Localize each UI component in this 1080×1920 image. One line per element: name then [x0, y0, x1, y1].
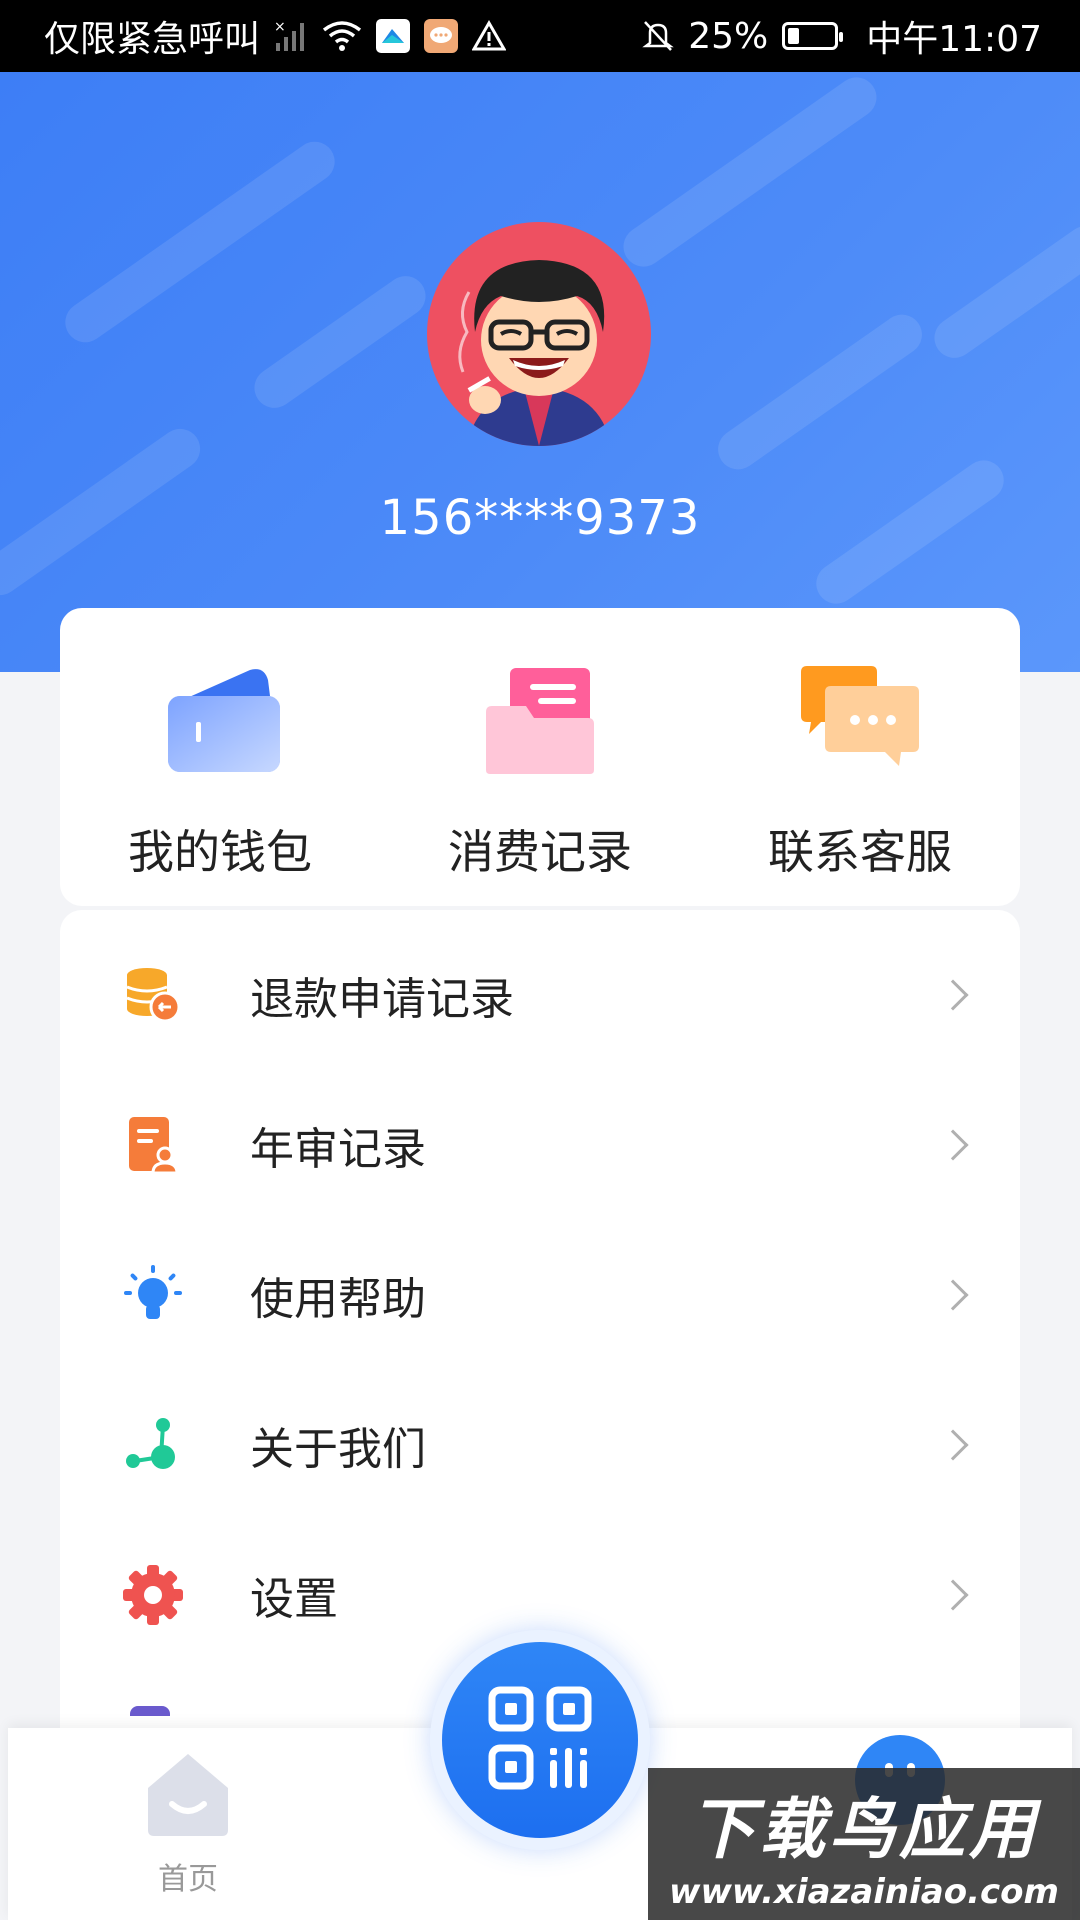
quick-label-records: 消费记录	[448, 825, 632, 879]
phone-number: 156****9373	[379, 490, 701, 546]
scan-button[interactable]	[430, 1630, 650, 1850]
wallet-icon	[160, 666, 280, 780]
quick-item-records[interactable]: 消费记录	[380, 608, 700, 906]
quick-item-wallet[interactable]: 我的钱包	[60, 608, 380, 906]
watermark-title: 下载鸟应用	[689, 1791, 1039, 1868]
watermark-url: www.xiazainiao.com	[669, 1872, 1059, 1912]
quick-label-service: 联系客服	[768, 825, 952, 879]
menu-label-refund: 退款申请记录	[250, 974, 514, 1025]
message-icon	[424, 19, 459, 53]
network-icon	[118, 1410, 188, 1480]
chevron-right-icon	[937, 1279, 969, 1311]
profile-header: 156****9373	[0, 72, 1080, 672]
chevron-right-icon	[937, 979, 969, 1011]
partial-menu-icon	[130, 1706, 170, 1716]
gear-icon	[118, 1560, 188, 1630]
status-left: 仅限紧急呼叫 ×	[44, 10, 507, 62]
chevron-right-icon	[937, 1579, 969, 1611]
decor-stripe	[57, 133, 343, 351]
menu-label-settings: 设置	[250, 1574, 338, 1625]
battery-percent: 25%	[688, 15, 769, 57]
quick-item-service[interactable]: 联系客服	[700, 608, 1020, 906]
mute-icon	[642, 19, 674, 53]
qr-scan-icon	[488, 1686, 592, 1794]
menu-item-inspection[interactable]: 年审记录	[60, 1070, 1020, 1220]
quick-label-wallet: 我的钱包	[128, 825, 312, 879]
menu-label-inspection: 年审记录	[250, 1124, 426, 1175]
warning-icon	[472, 20, 507, 52]
status-bar: 仅限紧急呼叫 × 25% 中午11:07	[0, 0, 1080, 72]
scan-button-inner	[442, 1642, 638, 1838]
svg-text:×: ×	[274, 19, 286, 35]
refund-icon	[118, 960, 188, 1030]
menu-item-about[interactable]: 关于我们	[60, 1370, 1020, 1520]
nav-home-label: 首页	[158, 1862, 218, 1897]
chevron-right-icon	[937, 1129, 969, 1161]
app-notification-icon	[376, 19, 411, 53]
carrier-text: 仅限紧急呼叫	[44, 19, 261, 60]
nav-home[interactable]: 首页	[128, 1750, 248, 1898]
lightbulb-icon	[118, 1260, 188, 1330]
quick-actions-card: 我的钱包 消费记录 联系客服	[60, 608, 1020, 906]
no-signal-icon: ×	[274, 19, 308, 53]
clock: 中午11:07	[866, 19, 1042, 60]
menu-label-about: 关于我们	[250, 1424, 426, 1475]
menu-label-help: 使用帮助	[250, 1274, 426, 1325]
decor-stripe	[246, 268, 434, 416]
battery-icon	[782, 22, 844, 50]
menu-item-help[interactable]: 使用帮助	[60, 1220, 1020, 1370]
chevron-right-icon	[937, 1429, 969, 1461]
watermark: 下载鸟应用 www.xiazainiao.com	[648, 1768, 1080, 1920]
chat-icon	[795, 666, 925, 780]
home-icon	[140, 1754, 236, 1842]
wifi-icon	[322, 20, 362, 52]
menu-item-refund[interactable]: 退款申请记录	[60, 920, 1020, 1070]
folder-icon	[480, 666, 600, 780]
status-right: 25% 中午11:07	[642, 10, 1042, 62]
avatar[interactable]	[427, 222, 651, 446]
document-icon	[118, 1110, 188, 1180]
decor-stripe	[926, 218, 1080, 366]
decor-stripe	[710, 306, 930, 478]
decor-stripe	[615, 72, 885, 275]
